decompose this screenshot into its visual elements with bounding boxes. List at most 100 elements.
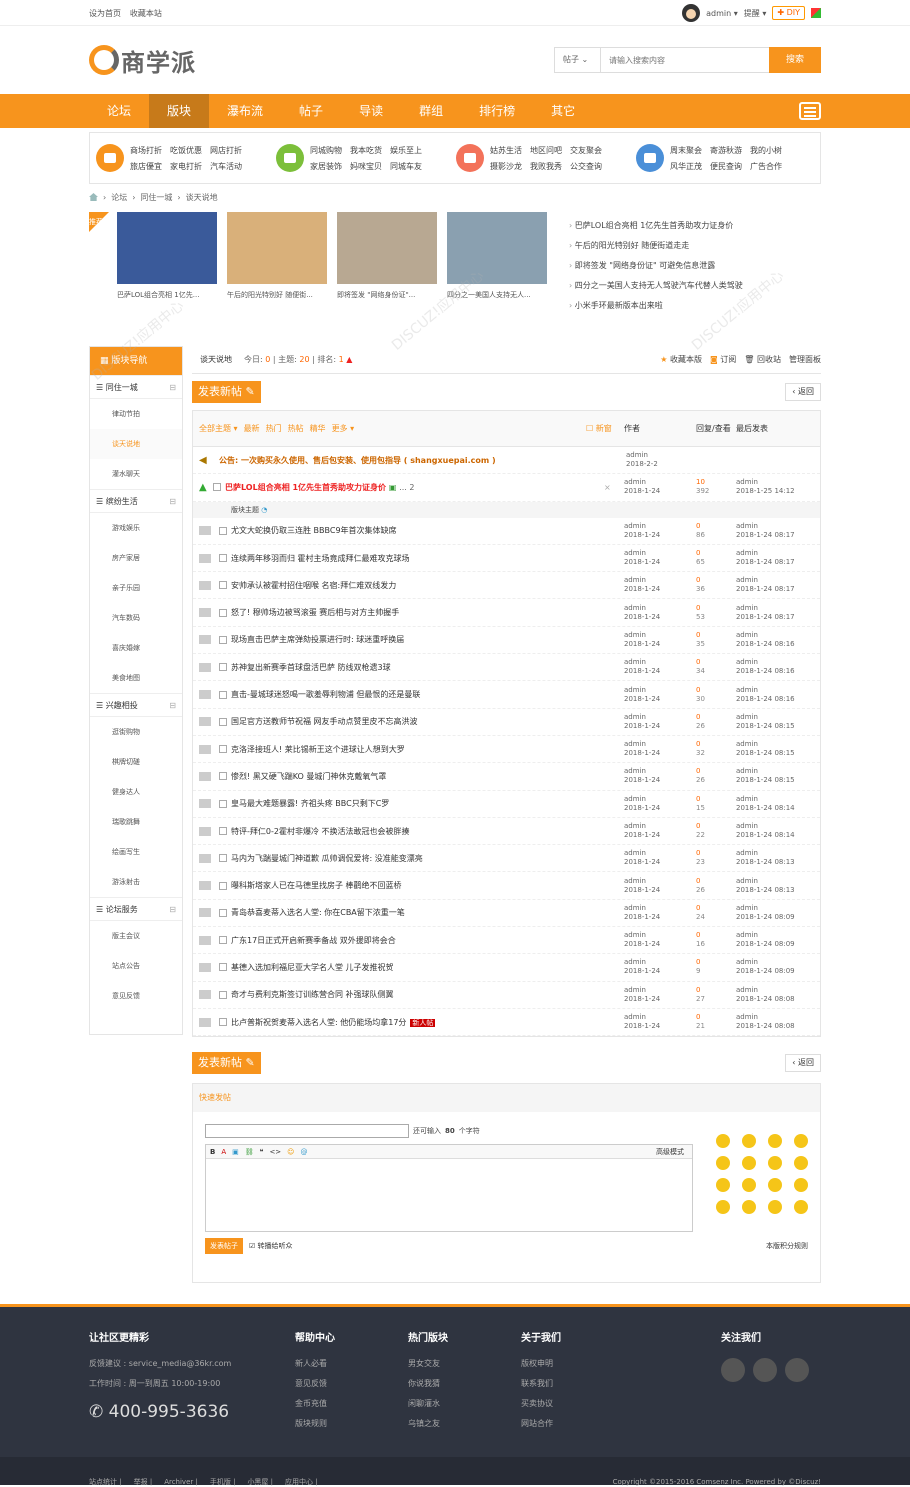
last-poster[interactable]: admin [736, 658, 758, 666]
thread-title[interactable]: 现场直击巴萨主席弹劾投票进行时: 球迷重呼换届 [231, 634, 624, 645]
featured-caption[interactable]: 巴萨LOL组合亮相 1亿先... [117, 290, 217, 300]
help-link[interactable]: 版块规则 [295, 1418, 408, 1438]
thread-title[interactable]: 比卢普斯祝贺麦蒂入选名人堂: 他仍能场均拿17分 新人帖 [231, 1017, 624, 1028]
smiley-icon[interactable] [794, 1156, 808, 1171]
thread-checkbox[interactable] [219, 690, 227, 699]
thread-last-post[interactable]: admin 2018-1-24 08:16 [736, 658, 814, 676]
back-button[interactable]: ‹ 返回 [785, 383, 821, 401]
sidebar-item[interactable]: 亲子乐园 [90, 573, 182, 603]
back-button-bottom[interactable]: ‹ 返回 [785, 1054, 821, 1073]
thread-row[interactable]: 广东17日正式开启新赛季备战 双外援即将会合 admin 2018-1-24 0 16 a… [193, 927, 820, 955]
announcement-title[interactable]: 公告: 一次购买永久使用、售后包安装、使用包指导 ( shangxuepai.c… [219, 455, 626, 466]
thread-row[interactable]: 马内为飞踹曼城门神道歉 瓜帅调侃爱将: 没准能变漂亮 admin 2018-1-24… [193, 845, 820, 873]
category-link[interactable]: 便民查询 [710, 161, 742, 172]
last-poster[interactable]: admin [736, 822, 758, 830]
featured-pic[interactable]: 即将签发 "网络身份证"... [337, 212, 437, 328]
search-input[interactable] [601, 48, 769, 72]
breadcrumb-forum[interactable]: 论坛 [111, 192, 127, 203]
thread-last-post[interactable]: admin 2018-1-24 08:17 [736, 604, 814, 622]
thread-author[interactable]: admin 2018-1-24 [624, 986, 696, 1004]
featured-news-item[interactable]: 四分之一美国人支持无人驾驶汽车代替人类驾驶 [569, 276, 743, 296]
thread-author[interactable]: admin 2018-1-24 [624, 604, 696, 622]
thread-author[interactable]: admin 2018-1-24 [624, 767, 696, 785]
thread-last-post[interactable]: admin 2018-1-24 08:13 [736, 849, 814, 867]
smiley-icon[interactable] [768, 1134, 782, 1149]
author-name[interactable]: admin [624, 986, 646, 994]
thread-author[interactable]: admin 2018-1-24 [624, 877, 696, 895]
sidebar-item[interactable]: 瑞歌跳舞 [90, 807, 182, 837]
featured-image[interactable] [337, 212, 437, 284]
quick-post-editor[interactable]: B A ▣ ⛓ ❝ <> ☺ @ 高级模式 [205, 1144, 693, 1233]
last-poster[interactable]: admin [736, 849, 758, 857]
thread-checkbox[interactable] [219, 526, 227, 535]
thread-last-post[interactable]: admin 2018-1-24 08:16 [736, 686, 814, 704]
category-link[interactable]: 摄影沙龙 [490, 161, 522, 172]
thread-last-post[interactable]: admin 2018-1-24 08:08 [736, 1013, 814, 1031]
category-link[interactable]: 风华正茂 [670, 161, 702, 172]
thread-checkbox[interactable] [219, 745, 227, 754]
category-link[interactable]: 家电打折 [170, 161, 202, 172]
author-name[interactable]: admin [624, 713, 646, 721]
thread-checkbox[interactable] [219, 908, 227, 917]
hot-forum-link[interactable]: 闲聊灌水 [408, 1398, 521, 1418]
author-name[interactable]: admin [624, 877, 646, 885]
author-name[interactable]: admin [624, 795, 646, 803]
last-poster[interactable]: admin [736, 877, 758, 885]
sidebar-item[interactable]: 房产家居 [90, 543, 182, 573]
thread-author[interactable]: admin 2018-1-24 [624, 522, 696, 540]
nav-item[interactable]: 版块 [149, 94, 210, 128]
thread-author[interactable]: admin 2018-1-24 [624, 740, 696, 758]
thread-title[interactable]: 基德入选加利福尼亚大学名人堂 儿子发推祝贺 [231, 962, 624, 973]
announcement-row[interactable]: ◀ 公告: 一次购买永久使用、售后包安装、使用包指导 ( shangxuepai… [193, 447, 820, 475]
smiley-icon[interactable] [742, 1156, 756, 1171]
sidebar-item[interactable]: 谈天说地 [90, 429, 182, 459]
sidebar-item[interactable]: 健身达人 [90, 777, 182, 807]
thread-author[interactable]: admin 2018-1-24 [624, 1013, 696, 1031]
category-link[interactable]: 家居装饰 [310, 161, 342, 172]
nav-item[interactable]: 导读 [341, 94, 401, 128]
thread-title[interactable]: 皇马最大难题暴露! 齐祖头疼 BBC只剩下C罗 [231, 798, 624, 809]
category-link[interactable]: 姑苏生活 [490, 145, 522, 156]
new-post-button[interactable]: 发表新帖 ✎ [192, 381, 261, 403]
search-button[interactable]: 搜索 [769, 47, 821, 73]
sidebar-item[interactable]: 游泳射击 [90, 867, 182, 897]
thread-last-post[interactable]: admin 2018-1-24 08:08 [736, 986, 814, 1004]
help-link[interactable]: 新人必看 [295, 1358, 408, 1378]
sidebar-item[interactable]: 版主会议 [90, 921, 182, 951]
category-link[interactable]: 吃饭优惠 [170, 145, 202, 156]
author-name[interactable]: admin [624, 658, 646, 666]
site-logo[interactable]: 商学派 [89, 43, 196, 78]
thread-row[interactable]: 曝科斯塔家人已在马德里找房子 棒鹳绝不回蓝桥 admin 2018-1-24 0 26 a… [193, 872, 820, 900]
featured-pic[interactable]: 四分之一美国人支持无人... [447, 212, 547, 328]
thread-checkbox[interactable] [219, 663, 227, 672]
username-link[interactable]: admin ▾ [706, 9, 738, 18]
favorite-forum-button[interactable]: ★ 收藏本版 [660, 354, 702, 365]
subscribe-button[interactable]: ◙ 订阅 [710, 354, 736, 365]
thread-row[interactable]: 连续两年移羽而归 霍村主场竟成拜仁最难攻克球场 admin 2018-1-24 0 65… [193, 545, 820, 573]
author-name[interactable]: admin [624, 631, 646, 639]
featured-pic[interactable]: 午后的阳光特别好 随便街... [227, 212, 327, 328]
set-homepage-link[interactable]: 设为首页 [89, 9, 121, 18]
thread-author[interactable]: admin 2018-1-24 [624, 658, 696, 676]
thread-last-post[interactable]: admin 2018-1-24 08:09 [736, 958, 814, 976]
author-name[interactable]: admin [624, 549, 646, 557]
smiley-icon[interactable] [716, 1156, 730, 1171]
category-link[interactable]: 旅店優宜 [130, 161, 162, 172]
style-switch-icon[interactable] [811, 8, 821, 18]
credit-rules-link[interactable]: 本版积分规则 [766, 1241, 808, 1251]
menu-icon[interactable] [799, 102, 821, 120]
featured-image[interactable] [117, 212, 217, 284]
thread-row[interactable]: 怒了! 穆帅场边被骂滚蛋 赛后相与对方主帅握手 admin 2018-1-24 0 53… [193, 599, 820, 627]
featured-pic[interactable]: 巴萨LOL组合亮相 1亿先... [117, 212, 217, 328]
collapse-icon[interactable]: ⊟ [169, 376, 176, 398]
author-name[interactable]: admin [624, 686, 646, 694]
last-poster[interactable]: admin [736, 631, 758, 639]
sidebar-group[interactable]: ☰ 论坛服务 ⊟ [90, 897, 182, 921]
thread-checkbox[interactable] [219, 827, 227, 835]
thread-author[interactable]: admin 2018-1-24 [624, 795, 696, 813]
image-icon[interactable]: ▣ [232, 1148, 239, 1156]
nav-item[interactable]: 排行榜 [461, 94, 533, 128]
thread-row[interactable]: 皇马最大难题暴露! 齐祖头疼 BBC只剩下C罗 admin 2018-1-24 0 15… [193, 791, 820, 818]
hot-forum-link[interactable]: 你说我猜 [408, 1378, 521, 1398]
about-link[interactable]: 联系我们 [521, 1378, 721, 1398]
